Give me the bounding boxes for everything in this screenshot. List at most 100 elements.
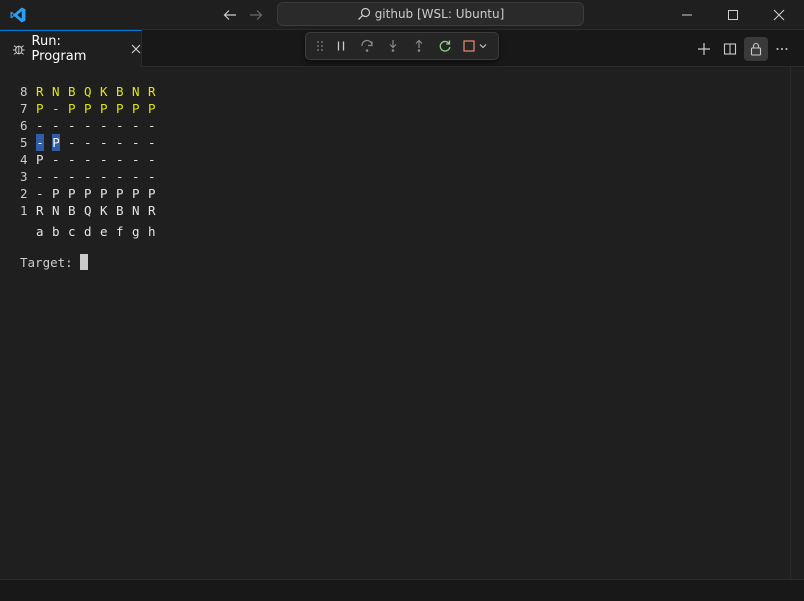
board-rank-4: 4P------- bbox=[20, 151, 164, 168]
board-rank-1: 1RNBQKBNR bbox=[20, 202, 164, 219]
file-labels-spacer bbox=[20, 219, 36, 236]
board-square-e7: P bbox=[100, 101, 108, 116]
step-over-icon bbox=[361, 39, 373, 52]
navigate-back-button[interactable] bbox=[220, 5, 240, 25]
minimize-button[interactable] bbox=[664, 0, 710, 30]
tab-close-button[interactable] bbox=[131, 44, 141, 54]
board-square-b1: N bbox=[52, 203, 60, 218]
rank-label: 2 bbox=[20, 186, 28, 201]
command-center-search[interactable]: github [WSL: Ubuntu] bbox=[277, 2, 584, 26]
board-square-d4: - bbox=[84, 152, 92, 167]
drag-handle-icon bbox=[317, 41, 323, 51]
rank-label: 6 bbox=[20, 118, 28, 133]
split-editor-button[interactable] bbox=[718, 37, 742, 61]
board-square-a4: P bbox=[36, 152, 44, 167]
terminal-scrollbar[interactable] bbox=[790, 67, 804, 579]
board-square-f7: P bbox=[116, 101, 124, 116]
step-out-icon bbox=[415, 39, 423, 52]
board-square-b2: P bbox=[52, 186, 60, 201]
tab-label: Run: Program bbox=[31, 34, 87, 64]
stop-icon bbox=[462, 40, 475, 52]
step-out-button[interactable] bbox=[406, 35, 432, 57]
board-square-b4: - bbox=[52, 152, 60, 167]
board-square-g5: - bbox=[132, 135, 140, 150]
step-over-button[interactable] bbox=[354, 35, 380, 57]
board-square-d7: P bbox=[84, 101, 92, 116]
file-label: f bbox=[116, 224, 124, 239]
debug-toolbar bbox=[305, 32, 499, 60]
board-square-h4: - bbox=[148, 152, 156, 167]
arrow-right-icon bbox=[250, 10, 263, 20]
board-square-g7: P bbox=[132, 101, 140, 116]
command-center-label: github [WSL: Ubuntu] bbox=[374, 7, 505, 21]
more-icon bbox=[776, 47, 788, 50]
board-square-h5: - bbox=[148, 135, 156, 150]
close-icon bbox=[773, 9, 785, 21]
board-square-b5: P bbox=[52, 134, 60, 151]
debug-bug-icon bbox=[12, 45, 25, 55]
board-square-a5: - bbox=[36, 134, 44, 151]
rank-label: 1 bbox=[20, 203, 28, 218]
board-square-h1: R bbox=[148, 203, 156, 218]
rank-label: 7 bbox=[20, 101, 28, 116]
board-square-b6: - bbox=[52, 118, 60, 133]
terminal-prompt-line[interactable]: Target: bbox=[20, 254, 89, 271]
restart-icon bbox=[439, 40, 451, 52]
terminal-output[interactable]: 8RNBQKBNR7P-PPPPPP6--------5-P------4P--… bbox=[0, 67, 804, 579]
board-square-a1: R bbox=[36, 203, 44, 218]
new-terminal-button[interactable] bbox=[692, 37, 716, 61]
maximize-button[interactable] bbox=[710, 0, 756, 30]
board-square-f2: P bbox=[116, 186, 124, 201]
navigate-forward-button[interactable] bbox=[246, 5, 266, 25]
step-into-button[interactable] bbox=[380, 35, 406, 57]
tab-run-program[interactable]: Run: Program bbox=[0, 30, 142, 67]
lock-group-button[interactable] bbox=[744, 36, 768, 61]
terminal-prompt: Target: bbox=[20, 255, 81, 270]
restart-button[interactable] bbox=[432, 35, 458, 57]
board-square-g1: N bbox=[132, 203, 140, 218]
board-rank-6: 6-------- bbox=[20, 117, 164, 134]
board-square-a3: - bbox=[36, 169, 44, 184]
file-label: b bbox=[52, 224, 60, 239]
file-label: h bbox=[148, 224, 156, 239]
board-square-e5: - bbox=[100, 135, 108, 150]
plus-icon bbox=[698, 42, 710, 55]
board-square-e8: K bbox=[100, 84, 108, 99]
board-square-e1: K bbox=[100, 203, 108, 218]
board-square-e3: - bbox=[100, 169, 108, 184]
stop-button[interactable] bbox=[458, 35, 492, 57]
close-icon bbox=[131, 44, 141, 54]
board-square-c3: - bbox=[68, 169, 76, 184]
board-square-g8: N bbox=[132, 84, 140, 99]
board-square-d3: - bbox=[84, 169, 92, 184]
board-square-c7: P bbox=[68, 101, 76, 116]
pause-button[interactable] bbox=[328, 35, 354, 57]
board-square-f5: - bbox=[116, 135, 124, 150]
rank-label: 8 bbox=[20, 84, 28, 99]
board-square-d5: - bbox=[84, 135, 92, 150]
file-label: g bbox=[132, 224, 140, 239]
board-square-c8: B bbox=[68, 84, 76, 99]
board-square-d1: Q bbox=[84, 203, 92, 218]
board-rank-8: 8RNBQKBNR bbox=[20, 83, 164, 100]
status-bar bbox=[0, 579, 804, 601]
chevron-down-icon[interactable] bbox=[478, 41, 488, 51]
board-square-f4: - bbox=[116, 152, 124, 167]
board-square-a2: - bbox=[36, 186, 44, 201]
board-square-h2: P bbox=[148, 186, 156, 201]
board-square-b8: N bbox=[52, 84, 60, 99]
board-square-h8: R bbox=[148, 84, 156, 99]
drag-handle[interactable] bbox=[312, 35, 328, 57]
rank-label: 3 bbox=[20, 169, 28, 184]
board-square-g6: - bbox=[132, 118, 140, 133]
board-square-c1: B bbox=[68, 203, 76, 218]
vscode-logo-icon[interactable] bbox=[9, 6, 27, 24]
terminal-cursor bbox=[80, 254, 89, 270]
more-actions-button[interactable] bbox=[770, 37, 794, 61]
board-square-g4: - bbox=[132, 152, 140, 167]
board-square-a8: R bbox=[36, 84, 44, 99]
title-bar: github [WSL: Ubuntu] bbox=[0, 0, 804, 30]
board-square-b3: - bbox=[52, 169, 60, 184]
close-window-button[interactable] bbox=[756, 0, 802, 30]
board-square-d6: - bbox=[84, 118, 92, 133]
